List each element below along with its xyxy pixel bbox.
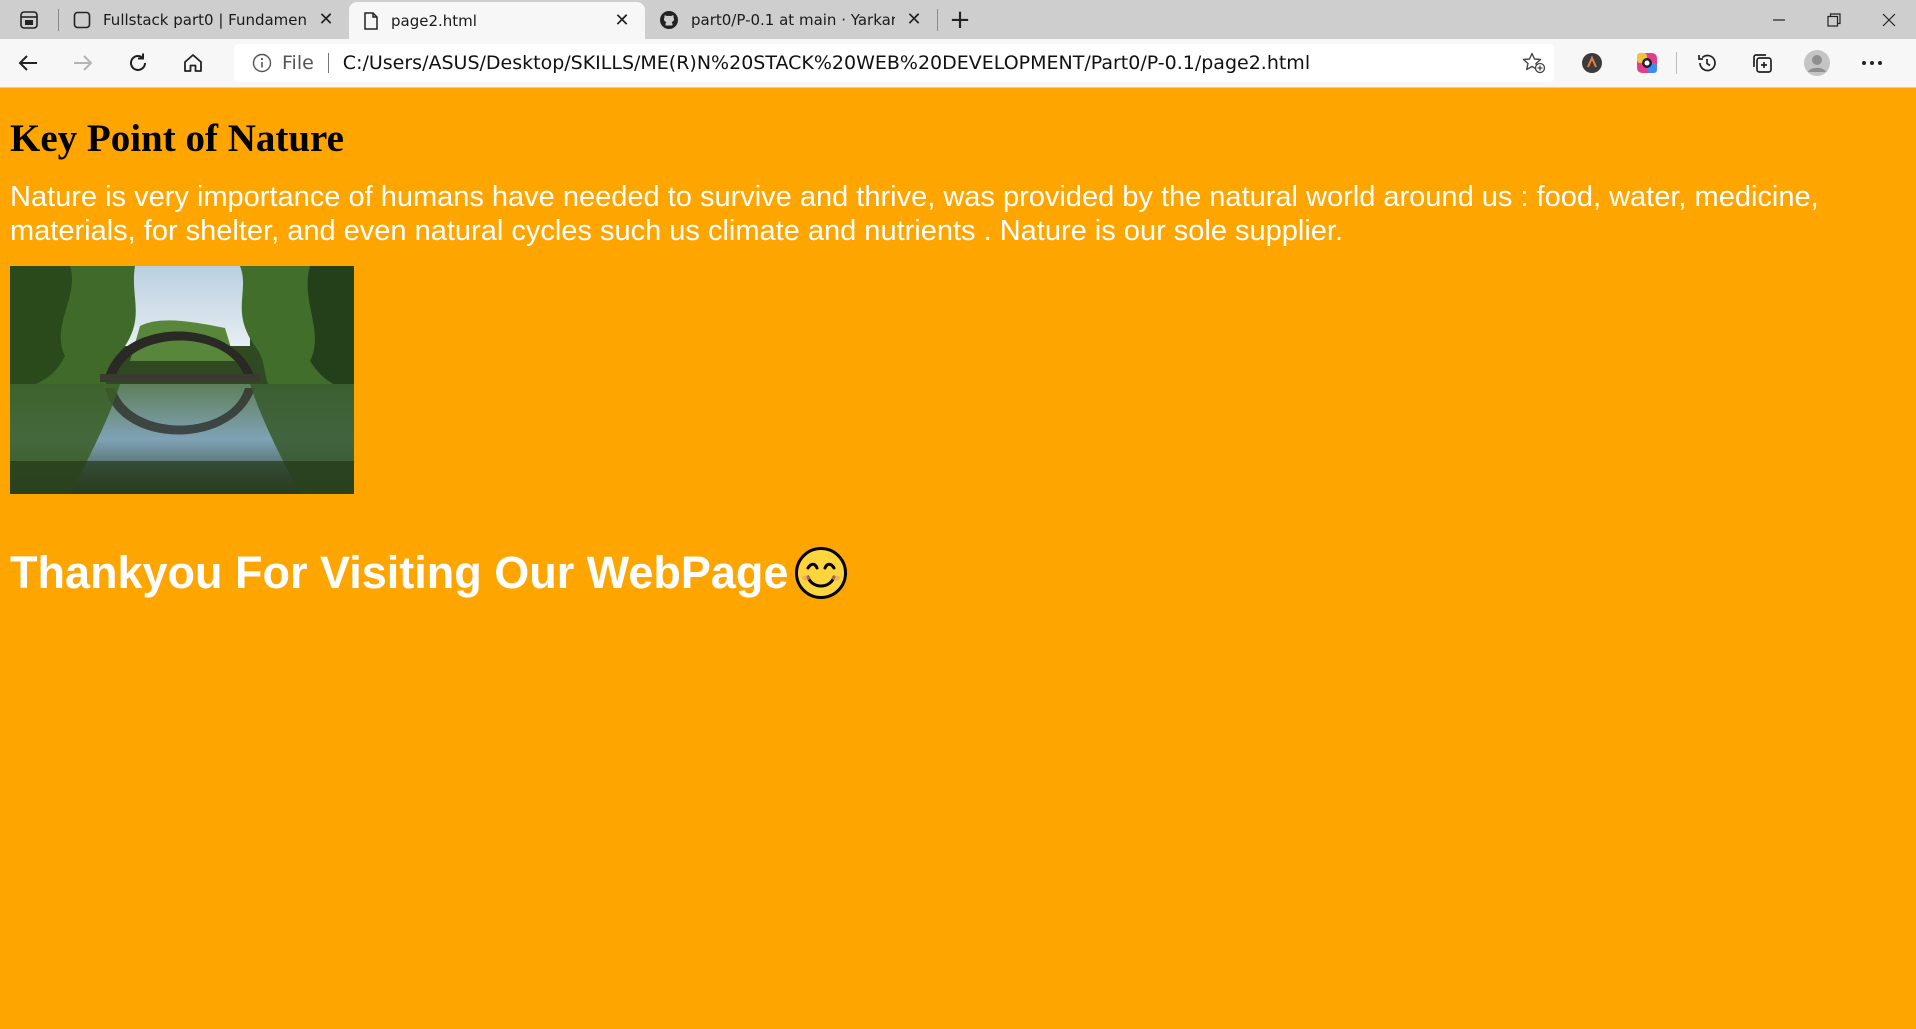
tab-github[interactable]: part0/P-0.1 at main · Yarkareddy ✕ [645, 0, 937, 39]
window-controls [1751, 0, 1916, 39]
github-icon [660, 10, 678, 29]
address-bar[interactable]: File C:/Users/ASUS/Desktop/SKILLS/ME(R)N… [234, 44, 1554, 82]
refresh-button[interactable] [110, 39, 165, 88]
restore-icon [1826, 12, 1841, 27]
address-divider [327, 53, 329, 73]
close-window-button[interactable] [1861, 0, 1916, 39]
browser-toolbar: File C:/Users/ASUS/Desktop/SKILLS/ME(R)N… [0, 39, 1916, 88]
back-button[interactable] [0, 39, 55, 88]
scheme-label: File [282, 52, 314, 74]
plus-icon: + [949, 4, 971, 35]
more-dots-icon [1861, 61, 1882, 65]
tab-page2[interactable]: page2.html ✕ [349, 2, 645, 39]
web-page: Key Point of Nature Nature is very impor… [0, 89, 1916, 1029]
toolbar-separator [1676, 52, 1677, 74]
avatar-icon [1803, 50, 1830, 76]
page-heading: Key Point of Nature [10, 117, 344, 160]
minimize-button[interactable] [1751, 0, 1806, 39]
close-tab-icon[interactable]: ✕ [315, 9, 337, 31]
restore-button[interactable] [1806, 0, 1861, 39]
tab-fullstack[interactable]: Fullstack part0 | Fundamentals of ✕ [59, 0, 349, 39]
new-tab-button[interactable]: + [938, 0, 982, 39]
close-tab-icon[interactable]: ✕ [903, 9, 925, 31]
tab-actions-icon [20, 10, 38, 29]
refresh-icon [129, 53, 146, 71]
extension-icon [1581, 53, 1602, 73]
close-tab-icon[interactable]: ✕ [611, 10, 633, 32]
thank-you-message: Thankyou For Visiting Our WebPage [10, 546, 1906, 600]
intro-paragraph: Nature is very importance of humans have… [10, 181, 1819, 247]
tab-title: Fullstack part0 | Fundamentals of [103, 10, 307, 29]
add-favorite-button[interactable] [1514, 44, 1554, 82]
forward-arrow-icon [73, 55, 92, 71]
tab-title: page2.html [391, 11, 477, 30]
close-icon [1882, 13, 1895, 26]
more-menu-button[interactable] [1844, 39, 1899, 88]
star-add-icon [1522, 52, 1546, 74]
home-button[interactable] [165, 39, 220, 88]
collections-button[interactable] [1734, 39, 1789, 88]
toolbar-icons [1564, 39, 1899, 88]
forward-button[interactable] [55, 39, 110, 88]
tab-title: part0/P-0.1 at main · Yarkareddy [691, 10, 895, 29]
nature-bridge-image [10, 266, 354, 494]
home-icon [183, 54, 202, 72]
site-info-button[interactable]: File [252, 52, 314, 74]
file-icon [364, 11, 378, 30]
extension-button[interactable] [1564, 39, 1619, 88]
history-button[interactable] [1679, 39, 1734, 88]
url-text[interactable]: C:/Users/ASUS/Desktop/SKILLS/ME(R)N%20ST… [343, 52, 1514, 74]
minimize-icon [1772, 18, 1785, 21]
tab-strip: Fullstack part0 | Fundamentals of ✕ page… [0, 0, 1916, 39]
color-picker-icon [1636, 53, 1657, 73]
tab-actions-button[interactable] [0, 0, 58, 39]
back-arrow-icon [18, 55, 37, 71]
collections-icon [1752, 54, 1772, 73]
profile-button[interactable] [1789, 39, 1844, 88]
smiling-face-icon [795, 547, 848, 599]
info-icon [252, 53, 272, 73]
thank-you-text: Thankyou For Visiting Our WebPage [10, 547, 789, 598]
history-icon [1697, 54, 1716, 72]
color-extension-button[interactable] [1619, 39, 1674, 88]
page-outline-icon [73, 11, 91, 28]
